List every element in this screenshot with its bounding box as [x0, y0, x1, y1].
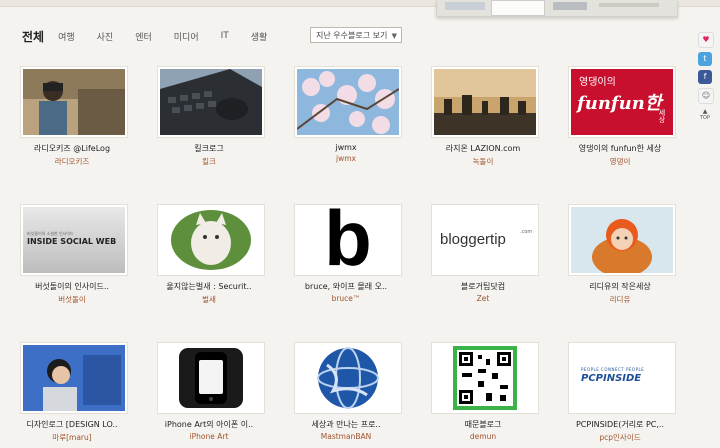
blog-author[interactable]: 리디유 [568, 294, 672, 305]
blog-title[interactable]: 디자인로그 [DESIGN LO.. [17, 419, 127, 430]
blog-title[interactable]: jwmx [291, 143, 401, 152]
blog-thumbnail[interactable]: 영댕이의 funfun한 세상 [568, 66, 676, 138]
blog-card[interactable]: 세상과 만나는 프로.. MastmanBAN [291, 342, 402, 441]
pcp-small-text: PEOPLE CONNECT PEOPLE [581, 367, 645, 372]
blog-thumbnail[interactable] [20, 66, 128, 138]
scroll-top-label: TOP [699, 115, 710, 121]
past-best-blogs-select[interactable]: 지난 우수블로그 보기 ▼ [310, 27, 402, 43]
tab-photo[interactable]: 사진 [97, 30, 114, 43]
blog-card[interactable]: 킬크로그 킬크 [154, 66, 265, 167]
blog-thumbnail[interactable] [294, 342, 402, 414]
blog-title[interactable]: 때문블로그 [428, 419, 538, 430]
blog-heart-icon[interactable]: ♥ [698, 32, 714, 48]
blog-card[interactable]: 울지않는벌새 : Securit.. 벌새 [154, 204, 265, 305]
blog-thumbnail[interactable] [157, 204, 265, 276]
blog-author[interactable]: 라디오키즈 [20, 156, 124, 167]
b-logo-letter: b [324, 207, 372, 273]
blog-author[interactable]: MastmanBAN [294, 432, 398, 441]
blog-thumbnail[interactable] [431, 66, 539, 138]
blog-author[interactable]: 마루[maru] [20, 432, 124, 443]
blog-card[interactable]: 라지온 LAZION.com 녹돌이 [428, 66, 539, 167]
blog-title[interactable]: 리디유의 작은세상 [565, 281, 675, 292]
chevron-down-icon: ▼ [391, 32, 397, 40]
blog-card[interactable]: 영댕이의 funfun한 세상 영댕이의 funfun한 세상 영댕이 [565, 66, 676, 167]
blog-thumbnail[interactable] [568, 204, 676, 276]
blog-author[interactable]: 킬크 [157, 156, 261, 167]
blog-title[interactable]: 영댕이의 funfun한 세상 [565, 143, 675, 154]
blog-author[interactable]: bruce™ [294, 294, 398, 303]
blog-card[interactable]: 때문블로그 demun [428, 342, 539, 441]
blog-author[interactable]: iPhone Art [157, 432, 261, 441]
blog-card[interactable]: 리디유의 작은세상 리디유 [565, 204, 676, 305]
blog-title[interactable]: 세상과 만나는 프로.. [291, 419, 401, 430]
blog-title[interactable]: 킬크로그 [154, 143, 264, 154]
pcp-main-text: PCPINSIDE [581, 373, 642, 384]
blog-title[interactable]: bruce, 와이프 몰래 오.. [291, 281, 401, 292]
tab-travel[interactable]: 여행 [58, 30, 75, 43]
facebook-icon[interactable]: f [698, 70, 712, 84]
share-sidebar: ♥ t f ☺ ▲ TOP [696, 32, 714, 121]
blog-card[interactable]: jwmx jwmx [291, 66, 402, 163]
funfun-main-text: funfun한 [577, 93, 662, 114]
insider-main-text: INSIDE SOCIAL WEB [27, 237, 117, 246]
blog-thumbnail[interactable]: bloggertip .com [431, 204, 539, 276]
blog-title[interactable]: PCPINSIDE(거리로 PC,.. [565, 419, 675, 430]
tab-all[interactable]: 전체 [22, 28, 44, 45]
blog-thumbnail[interactable]: b [294, 204, 402, 276]
blog-author[interactable]: Zet [431, 294, 535, 303]
blog-thumbnail[interactable] [157, 342, 265, 414]
blog-author[interactable]: demun [431, 432, 535, 441]
blog-card[interactable]: b bruce, 와이프 몰래 오.. bruce™ [291, 204, 402, 303]
blog-title[interactable]: iPhone Art의 아이폰 이.. [154, 419, 264, 430]
top-banner[interactable] [436, 0, 678, 17]
scroll-top-button[interactable]: ▲ TOP [696, 108, 714, 121]
blog-card[interactable]: 디자인로그 [DESIGN LO.. 마루[maru] [17, 342, 128, 443]
blog-card[interactable]: iPhone Art의 아이폰 이.. iPhone Art [154, 342, 265, 441]
blog-card[interactable]: PEOPLE CONNECT PEOPLE PCPINSIDE PCPINSID… [565, 342, 676, 443]
blog-title[interactable]: 버섯돌이의 인사이드.. [17, 281, 127, 292]
banner-thumb-4 [599, 3, 659, 7]
blog-author[interactable]: 벌새 [157, 294, 261, 305]
blog-card[interactable]: 라디오키즈 @LifeLog 라디오키즈 [17, 66, 128, 167]
blog-author[interactable]: 녹돌이 [431, 156, 535, 167]
banner-thumb-1 [445, 2, 485, 10]
blog-title[interactable]: 라디오키즈 @LifeLog [17, 143, 127, 154]
blog-thumbnail[interactable]: PEOPLE CONNECT PEOPLE PCPINSIDE [568, 342, 676, 414]
blog-thumbnail[interactable] [20, 342, 128, 414]
tab-entertainment[interactable]: 엔터 [135, 30, 152, 43]
blog-thumbnail[interactable] [431, 342, 539, 414]
tab-life[interactable]: 생활 [251, 30, 268, 43]
funfun-side-text: 세상 [658, 109, 666, 123]
select-label: 지난 우수블로그 보기 [316, 31, 388, 40]
blog-author[interactable]: 버섯돌이 [20, 294, 124, 305]
blog-author[interactable]: 영댕이 [568, 156, 672, 167]
blog-card[interactable]: bloggertip .com 블로거팁닷컴 Zet [428, 204, 539, 303]
tab-it[interactable]: IT [221, 31, 229, 41]
banner-thumb-2 [491, 0, 545, 16]
blog-title[interactable]: 라지온 LAZION.com [428, 143, 538, 154]
blog-author[interactable]: pcp인사이드 [568, 432, 672, 443]
blog-thumbnail[interactable]: 버섯돌이의 소설한 인사이드 INSIDE SOCIAL WEB [20, 204, 128, 276]
blog-thumbnail[interactable] [294, 66, 402, 138]
category-nav: 전체 여행 사진 엔터 미디어 IT 생활 [22, 26, 289, 46]
tab-media[interactable]: 미디어 [174, 30, 199, 43]
up-arrow-icon: ▲ [702, 108, 708, 115]
banner-thumb-3 [553, 2, 587, 10]
bloggertip-logo-text: bloggertip [440, 231, 506, 248]
me2day-icon[interactable]: ☺ [698, 88, 714, 104]
twitter-icon[interactable]: t [698, 52, 712, 66]
blog-author[interactable]: jwmx [294, 154, 398, 163]
blog-card[interactable]: 버섯돌이의 소설한 인사이드 INSIDE SOCIAL WEB 버섯돌이의 인… [17, 204, 128, 305]
funfun-top-text: 영댕이의 [579, 77, 616, 88]
blog-thumbnail[interactable] [157, 66, 265, 138]
blog-title[interactable]: 블로거팁닷컴 [428, 281, 538, 292]
bloggertip-com-text: .com [520, 229, 533, 235]
blog-title[interactable]: 울지않는벌새 : Securit.. [154, 281, 264, 292]
